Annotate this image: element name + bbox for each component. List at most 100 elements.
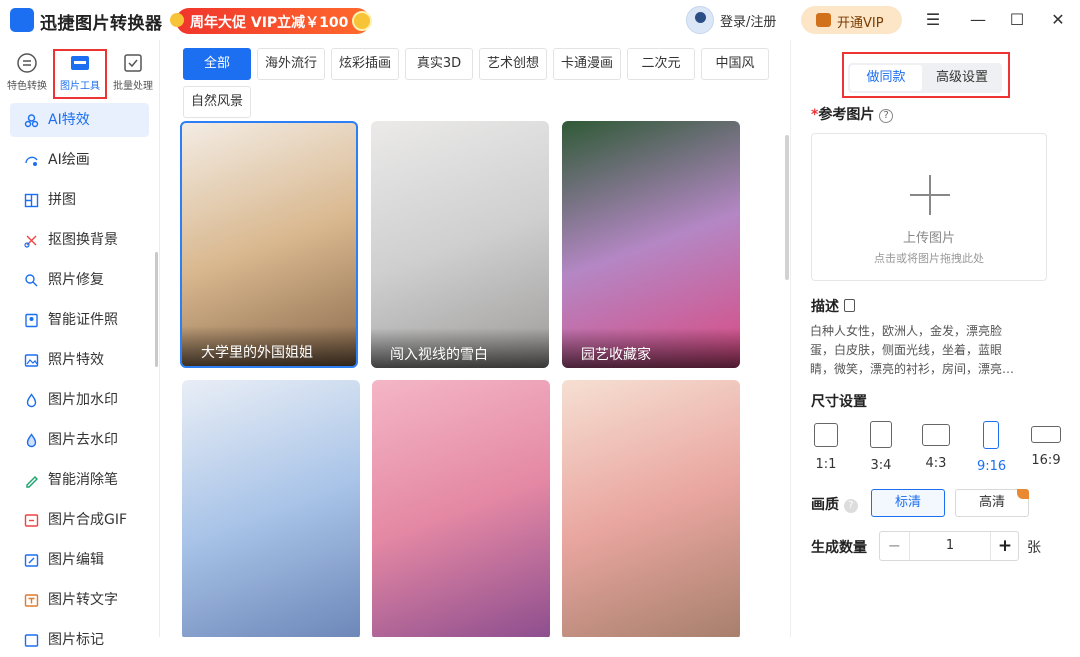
size-option-1-1[interactable]: 1:1 — [812, 421, 840, 472]
tab-same-style[interactable]: 做同款 — [850, 65, 922, 91]
promo-banner[interactable]: 周年大促 VIP立减￥100 — [170, 8, 372, 34]
sidebar-item-eraser[interactable]: 智能消除笔 — [10, 463, 149, 497]
tab-3d[interactable]: 真实3D — [405, 48, 473, 80]
tab-all[interactable]: 全部 — [183, 48, 251, 80]
tab-colorful[interactable]: 炫彩插画 — [331, 48, 399, 80]
size-label-text: 1:1 — [815, 457, 837, 472]
edit-icon — [24, 554, 39, 567]
count-input[interactable]: 1 — [910, 532, 990, 560]
category-label: 特色转换 — [7, 81, 47, 92]
sidebar-item-label: AI特效 — [48, 112, 90, 128]
copy-icon[interactable] — [843, 299, 855, 312]
upload-area[interactable]: 上传图片 点击或将图片拖拽此处 — [811, 133, 1047, 281]
vip-button[interactable]: 开通VIP — [801, 6, 902, 34]
maximize-icon[interactable]: ☐ — [1005, 8, 1029, 32]
size-label: 尺寸设置 — [811, 394, 867, 410]
remove-watermark-icon — [26, 433, 37, 448]
tab-overseas[interactable]: 海外流行 — [257, 48, 325, 80]
sidebar-item-ai-effect[interactable]: AI特效 — [10, 103, 149, 137]
sidebar-item-label: 拼图 — [48, 192, 76, 208]
ratio-1-1-icon — [814, 423, 838, 447]
card-title: 闯入视线的雪白 — [371, 328, 549, 368]
close-icon[interactable]: ✕ — [1046, 8, 1070, 32]
tab-nature[interactable]: 自然风景 — [183, 86, 251, 118]
sidebar-item-add-watermark[interactable]: 图片加水印 — [10, 383, 149, 417]
minimize-icon[interactable]: — — [966, 8, 990, 32]
sidebar-item-label: 图片编辑 — [48, 552, 104, 568]
sidebar-item-repair[interactable]: 照片修复 — [10, 263, 149, 297]
sidebar-item-ocr[interactable]: 图片转文字 — [10, 583, 149, 617]
settings-panel: 做同款 高级设置 *参考图片 ? 上传图片 点击或将图片拖拽此处 描述 白种人女… — [790, 40, 1080, 637]
size-option-16-9[interactable]: 16:9 — [1029, 421, 1063, 468]
eraser-icon — [26, 476, 38, 488]
tab-chinese[interactable]: 中国风 — [701, 48, 769, 80]
tab-art[interactable]: 艺术创想 — [479, 48, 547, 80]
collage-icon — [24, 193, 39, 208]
sidebar-item-label: 图片合成GIF — [48, 512, 128, 528]
template-card[interactable] — [562, 380, 740, 637]
sidebar-item-gif[interactable]: 图片合成GIF — [10, 503, 149, 537]
template-card[interactable]: 园艺收藏家 — [562, 121, 740, 368]
sidebar-item-ai-paint[interactable]: AI绘画 — [10, 143, 149, 177]
grid-scrollbar[interactable] — [785, 135, 789, 280]
sidebar-item-mark[interactable]: 图片标记 — [10, 623, 149, 657]
size-option-3-4[interactable]: 3:4 — [867, 421, 895, 473]
menu-icon[interactable]: ☰ — [921, 8, 945, 32]
sidebar-item-photo-effect[interactable]: 照片特效 — [10, 343, 149, 377]
category-batch[interactable]: 批量处理 — [108, 52, 158, 98]
size-option-9-16[interactable]: 9:16 — [977, 421, 1006, 474]
size-label-text: 16:9 — [1031, 453, 1061, 468]
ai-paint-icon — [25, 156, 38, 166]
category-convert[interactable]: 特色转换 — [2, 52, 52, 98]
card-title: 园艺收藏家 — [562, 328, 740, 368]
size-label-text: 4:3 — [925, 456, 947, 471]
help-icon[interactable]: ? — [843, 499, 858, 513]
tab-cartoon[interactable]: 卡通漫画 — [553, 48, 621, 80]
batch-icon — [124, 54, 142, 72]
sidebar-scrollbar[interactable] — [155, 252, 158, 367]
coin-icon — [170, 13, 184, 27]
category-label: 批量处理 — [113, 81, 153, 92]
sidebar-item-id-photo[interactable]: 智能证件照 — [10, 303, 149, 337]
repair-icon — [25, 274, 38, 287]
vip-label: 开通VIP — [837, 16, 884, 31]
sidebar-item-label: 图片转文字 — [48, 592, 118, 608]
plus-icon — [929, 175, 931, 215]
sidebar-item-remove-watermark[interactable]: 图片去水印 — [10, 423, 149, 457]
mark-icon — [24, 634, 39, 647]
reference-image-label: *参考图片 ? — [811, 104, 894, 124]
size-option-4-3[interactable]: 4:3 — [919, 421, 953, 471]
quality-hd-button[interactable]: 高清 — [955, 489, 1029, 517]
template-card[interactable]: 大学里的外国姐姐 — [180, 121, 358, 368]
sidebar-item-label: 智能证件照 — [48, 312, 118, 328]
login-link[interactable]: 登录/注册 — [720, 11, 776, 30]
sidebar-item-edit[interactable]: 图片编辑 — [10, 543, 149, 577]
ratio-9-16-icon — [983, 421, 999, 449]
help-icon[interactable]: ? — [879, 109, 894, 123]
tab-advanced[interactable]: 高级设置 — [926, 65, 998, 91]
ratio-16-9-icon — [1031, 426, 1061, 443]
sidebar-item-collage[interactable]: 拼图 — [10, 183, 149, 217]
template-card[interactable] — [372, 380, 550, 637]
quality-standard-button[interactable]: 标清 — [871, 489, 945, 517]
size-label-text: 3:4 — [870, 458, 892, 473]
left-rail: 特色转换 图片工具 批量处理 AI特效 AI绘画 拼图 抠图换背景 照片修复 智… — [0, 40, 160, 648]
sidebar-item-cutout[interactable]: 抠图换背景 — [10, 223, 149, 257]
count-label: 生成数量 — [811, 540, 867, 556]
ai-effect-icon — [24, 114, 39, 128]
promo-text: 周年大促 VIP立减￥100 — [190, 15, 349, 31]
tab-anime[interactable]: 二次元 — [627, 48, 695, 80]
cutout-icon — [24, 235, 37, 248]
template-card[interactable]: 闯入视线的雪白 — [371, 121, 549, 368]
avatar[interactable] — [686, 6, 714, 34]
decrement-button[interactable]: − — [880, 532, 910, 560]
count-stepper: − 1 + — [879, 531, 1019, 561]
sidebar-item-label: 照片特效 — [48, 352, 104, 368]
template-card[interactable] — [182, 380, 360, 637]
quality-hd-label: 高清 — [978, 495, 1005, 510]
title-bar: 迅捷图片转换器 周年大促 VIP立减￥100 登录/注册 开通VIP ☰ — ☐… — [0, 0, 1080, 40]
sidebar-item-label: 图片标记 — [48, 632, 104, 648]
ocr-icon — [24, 594, 39, 607]
sidebar-item-label: 图片加水印 — [48, 392, 118, 408]
increment-button[interactable]: + — [990, 532, 1019, 560]
